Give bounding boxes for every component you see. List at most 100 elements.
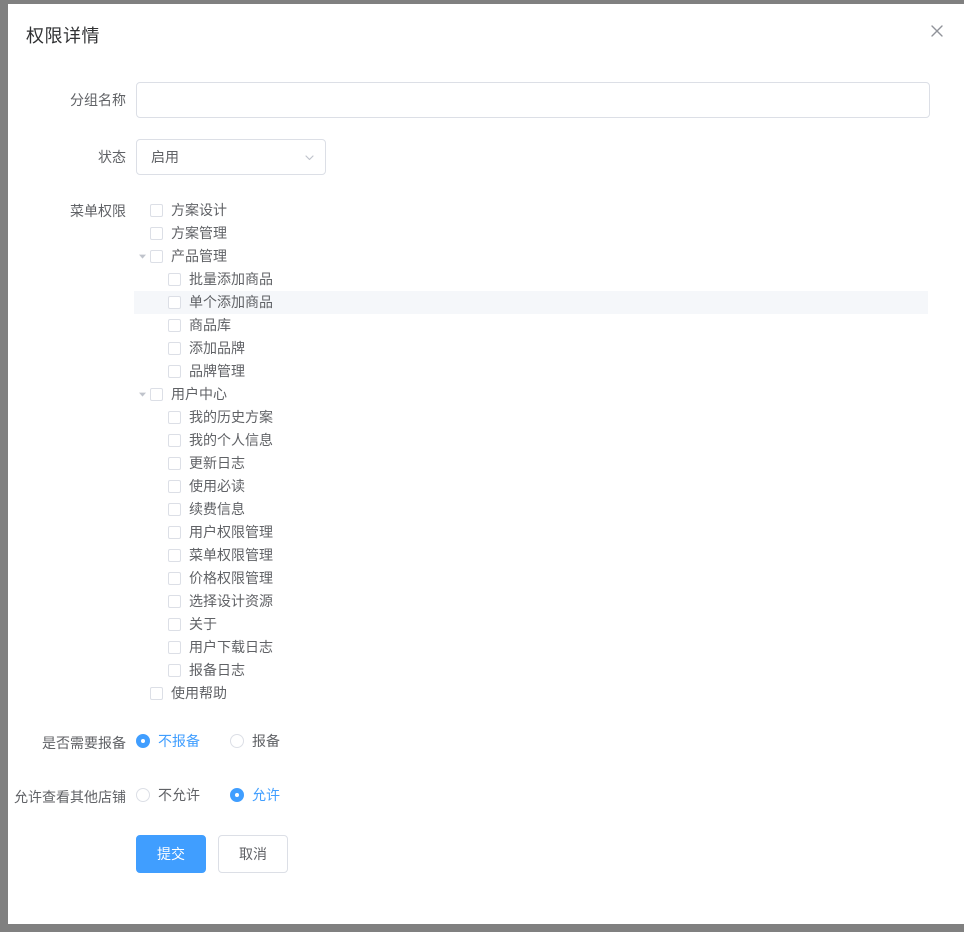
status-select[interactable]: 启用 bbox=[136, 139, 326, 175]
form-row-actions: 提交 取消 bbox=[8, 835, 964, 873]
tree-node-label: 菜单权限管理 bbox=[189, 544, 273, 567]
tree-node-label: 使用帮助 bbox=[171, 682, 227, 705]
tree-node-checkbox[interactable] bbox=[168, 572, 181, 585]
tree-node[interactable]: 我的历史方案 bbox=[134, 406, 928, 429]
view-other-shops-option[interactable]: 允许 bbox=[230, 788, 280, 802]
tree-node-checkbox[interactable] bbox=[168, 595, 181, 608]
tree-node[interactable]: 我的个人信息 bbox=[134, 429, 928, 452]
tree-node-checkbox[interactable] bbox=[150, 250, 163, 263]
need-filing-control: 不报备 报备 bbox=[136, 717, 964, 759]
tree-node-label: 方案设计 bbox=[171, 199, 227, 222]
dialog-body: 分组名称 状态 启用 菜单权限 bbox=[8, 82, 964, 873]
tree-node[interactable]: 价格权限管理 bbox=[134, 567, 928, 590]
tree-expand-arrow-icon[interactable] bbox=[134, 387, 150, 403]
tree-node-checkbox[interactable] bbox=[150, 388, 163, 401]
tree-node[interactable]: 添加品牌 bbox=[134, 337, 928, 360]
tree-node-label: 选择设计资源 bbox=[189, 590, 273, 613]
tree-node-checkbox[interactable] bbox=[168, 296, 181, 309]
form-row-group-name: 分组名称 bbox=[8, 82, 964, 118]
tree-node-checkbox[interactable] bbox=[168, 457, 181, 470]
form-row-need-filing: 是否需要报备 不报备 报备 bbox=[8, 717, 964, 759]
tree-node[interactable]: 用户中心 bbox=[134, 383, 928, 406]
need-filing-option-label: 报备 bbox=[252, 734, 280, 748]
page-title: 权限详情 bbox=[26, 24, 100, 48]
close-icon bbox=[930, 24, 944, 38]
tree-node-checkbox[interactable] bbox=[168, 365, 181, 378]
need-filing-option[interactable]: 报备 bbox=[230, 734, 280, 748]
tree-node-checkbox[interactable] bbox=[168, 641, 181, 654]
status-control: 启用 bbox=[136, 139, 964, 175]
tree-node-checkbox[interactable] bbox=[168, 526, 181, 539]
cancel-button[interactable]: 取消 bbox=[218, 835, 288, 873]
tree-node-checkbox[interactable] bbox=[168, 503, 181, 516]
tree-node-checkbox[interactable] bbox=[150, 687, 163, 700]
close-button[interactable] bbox=[924, 18, 950, 44]
need-filing-option-label: 不报备 bbox=[158, 734, 200, 748]
actions-control: 提交 取消 bbox=[136, 835, 964, 873]
tree-expand-arrow-icon[interactable] bbox=[134, 249, 150, 265]
tree-node-label: 产品管理 bbox=[171, 245, 227, 268]
tree-node[interactable]: 选择设计资源 bbox=[134, 590, 928, 613]
tree-node-checkbox[interactable] bbox=[168, 664, 181, 677]
tree-node-checkbox[interactable] bbox=[150, 227, 163, 240]
tree-node-label: 我的历史方案 bbox=[189, 406, 273, 429]
tree-node-label: 批量添加商品 bbox=[189, 268, 273, 291]
tree-node[interactable]: 用户权限管理 bbox=[134, 521, 928, 544]
tree-node-checkbox[interactable] bbox=[168, 411, 181, 424]
group-name-input[interactable] bbox=[136, 82, 930, 118]
tree-node[interactable]: 单个添加商品 bbox=[134, 291, 928, 314]
tree-node-checkbox[interactable] bbox=[168, 273, 181, 286]
menu-permissions-control: 方案设计方案管理产品管理批量添加商品单个添加商品商品库添加品牌品牌管理用户中心我… bbox=[136, 199, 964, 705]
tree-node[interactable]: 关于 bbox=[134, 613, 928, 636]
tree-node-label: 用户中心 bbox=[171, 383, 227, 406]
tree-node-checkbox[interactable] bbox=[168, 319, 181, 332]
view-other-shops-option-label: 允许 bbox=[252, 788, 280, 802]
need-filing-radio-group[interactable]: 不报备 报备 bbox=[136, 717, 964, 759]
radio-indicator-icon bbox=[230, 788, 244, 802]
form-row-status: 状态 启用 bbox=[8, 139, 964, 175]
tree-node-checkbox[interactable] bbox=[168, 342, 181, 355]
tree-node[interactable]: 用户下载日志 bbox=[134, 636, 928, 659]
tree-node-label: 关于 bbox=[189, 613, 217, 636]
permission-detail-dialog: 权限详情 分组名称 状态 启用 bbox=[8, 4, 964, 924]
chevron-down-icon bbox=[303, 151, 316, 164]
tree-node-checkbox[interactable] bbox=[168, 549, 181, 562]
need-filing-label: 是否需要报备 bbox=[8, 717, 136, 753]
tree-node-checkbox[interactable] bbox=[150, 204, 163, 217]
menu-permission-tree[interactable]: 方案设计方案管理产品管理批量添加商品单个添加商品商品库添加品牌品牌管理用户中心我… bbox=[134, 199, 928, 705]
tree-node[interactable]: 商品库 bbox=[134, 314, 928, 337]
tree-node[interactable]: 产品管理 bbox=[134, 245, 928, 268]
radio-indicator-icon bbox=[230, 734, 244, 748]
tree-node[interactable]: 报备日志 bbox=[134, 659, 928, 682]
tree-node[interactable]: 使用必读 bbox=[134, 475, 928, 498]
submit-button[interactable]: 提交 bbox=[136, 835, 206, 873]
menu-permissions-label: 菜单权限 bbox=[8, 199, 136, 222]
tree-node[interactable]: 更新日志 bbox=[134, 452, 928, 475]
tree-node[interactable]: 方案管理 bbox=[134, 222, 928, 245]
group-name-control bbox=[136, 82, 964, 118]
dialog-header: 权限详情 bbox=[8, 4, 964, 62]
tree-node-label: 价格权限管理 bbox=[189, 567, 273, 590]
tree-node-label: 报备日志 bbox=[189, 659, 245, 682]
tree-node[interactable]: 菜单权限管理 bbox=[134, 544, 928, 567]
tree-node-checkbox[interactable] bbox=[168, 480, 181, 493]
tree-node-label: 添加品牌 bbox=[189, 337, 245, 360]
status-label: 状态 bbox=[8, 139, 136, 175]
tree-node-checkbox[interactable] bbox=[168, 618, 181, 631]
status-select-value: 启用 bbox=[151, 140, 179, 174]
tree-node[interactable]: 批量添加商品 bbox=[134, 268, 928, 291]
view-other-shops-option[interactable]: 不允许 bbox=[136, 788, 200, 802]
view-other-shops-radio-group[interactable]: 不允许 允许 bbox=[136, 771, 964, 813]
tree-node-label: 商品库 bbox=[189, 314, 231, 337]
tree-node[interactable]: 使用帮助 bbox=[134, 682, 928, 705]
tree-node[interactable]: 品牌管理 bbox=[134, 360, 928, 383]
group-name-label: 分组名称 bbox=[8, 82, 136, 118]
need-filing-option[interactable]: 不报备 bbox=[136, 734, 200, 748]
view-other-shops-control: 不允许 允许 bbox=[136, 771, 964, 813]
tree-node[interactable]: 方案设计 bbox=[134, 199, 928, 222]
tree-node-label: 使用必读 bbox=[189, 475, 245, 498]
tree-node-label: 品牌管理 bbox=[189, 360, 245, 383]
tree-node-label: 单个添加商品 bbox=[189, 291, 273, 314]
tree-node[interactable]: 续费信息 bbox=[134, 498, 928, 521]
tree-node-checkbox[interactable] bbox=[168, 434, 181, 447]
